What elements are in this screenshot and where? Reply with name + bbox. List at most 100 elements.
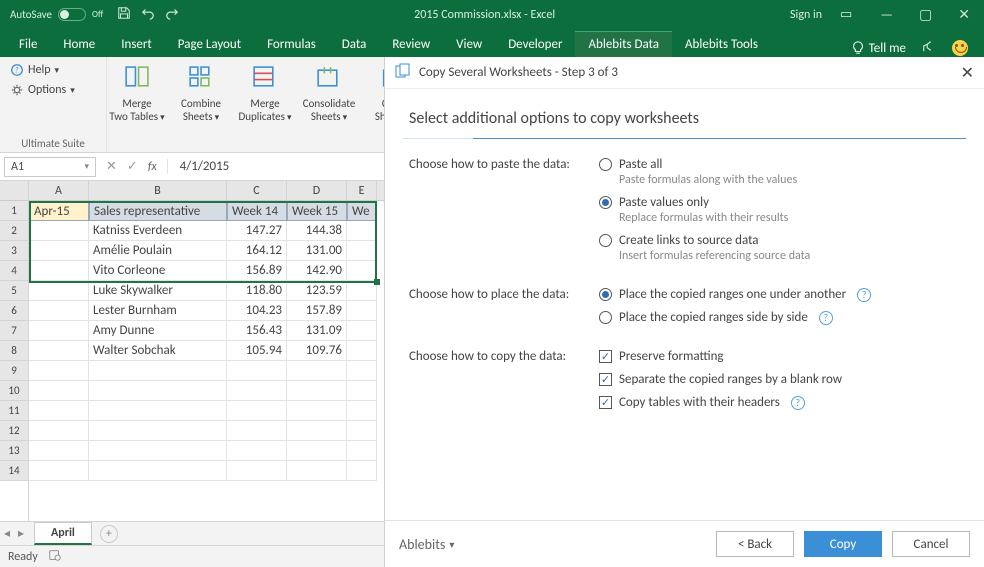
- row-header-13[interactable]: 13: [0, 441, 28, 461]
- tab-formulas[interactable]: Formulas: [254, 32, 329, 57]
- help-icon[interactable]: ?: [857, 288, 871, 302]
- header-cell[interactable]: We: [347, 201, 377, 221]
- cell[interactable]: [29, 421, 89, 441]
- tab-review[interactable]: Review: [379, 32, 443, 57]
- undo-icon[interactable]: [141, 6, 155, 24]
- row-header-9[interactable]: 9: [0, 361, 28, 381]
- smiley-icon[interactable]: [952, 40, 968, 56]
- cell[interactable]: 105.94: [227, 341, 287, 361]
- cell[interactable]: Amy Dunne: [89, 321, 227, 341]
- help-icon[interactable]: ?: [791, 396, 805, 410]
- ribbon-button-merge-duplicates[interactable]: MergeDuplicates ▾: [235, 61, 295, 124]
- cell[interactable]: [29, 361, 89, 381]
- tab-insert[interactable]: Insert: [108, 32, 165, 57]
- cell[interactable]: [347, 461, 377, 481]
- cell[interactable]: [29, 461, 89, 481]
- row-header-11[interactable]: 11: [0, 401, 28, 421]
- ribbon-display-icon[interactable]: ▭: [840, 7, 852, 22]
- cell[interactable]: [29, 441, 89, 461]
- cancel-button[interactable]: Cancel: [892, 531, 970, 557]
- select-all-corner[interactable]: [0, 181, 28, 201]
- cell[interactable]: [347, 221, 377, 241]
- cell[interactable]: Vito Corleone: [89, 261, 227, 281]
- cell[interactable]: Lester Burnham: [89, 301, 227, 321]
- ribbon-button-consolidate-sheets[interactable]: ConsolidateSheets ▾: [299, 61, 359, 124]
- cell[interactable]: [347, 241, 377, 261]
- cell[interactable]: [29, 321, 89, 341]
- sheet-tab-april[interactable]: April: [34, 522, 92, 545]
- cell[interactable]: [29, 241, 89, 261]
- help-icon[interactable]: ?: [819, 311, 833, 325]
- new-sheet-button[interactable]: +: [100, 525, 118, 543]
- cell[interactable]: [347, 401, 377, 421]
- cell[interactable]: [29, 281, 89, 301]
- row-header-12[interactable]: 12: [0, 421, 28, 441]
- cell[interactable]: 109.76: [287, 341, 347, 361]
- cell[interactable]: [89, 401, 227, 421]
- row-header-7[interactable]: 7: [0, 321, 28, 341]
- cell[interactable]: [287, 401, 347, 421]
- tab-ablebits-tools[interactable]: Ablebits Tools: [672, 32, 771, 57]
- cell[interactable]: Katniss Everdeen: [89, 221, 227, 241]
- cell[interactable]: [227, 461, 287, 481]
- cell[interactable]: [29, 401, 89, 421]
- header-cell[interactable]: Week 15: [287, 201, 347, 221]
- sheet-nav-prev[interactable]: ◂: [0, 526, 14, 541]
- maximize-icon[interactable]: ▢: [919, 6, 932, 23]
- cell[interactable]: [287, 421, 347, 441]
- save-icon[interactable]: [117, 6, 131, 24]
- cell[interactable]: [287, 361, 347, 381]
- autosave-toggle[interactable]: AutoSave Off: [10, 8, 103, 21]
- cell[interactable]: [287, 441, 347, 461]
- cell[interactable]: [29, 341, 89, 361]
- tell-me[interactable]: Tell me: [851, 41, 906, 56]
- row-header-6[interactable]: 6: [0, 301, 28, 321]
- column-header-D[interactable]: D: [287, 181, 347, 200]
- cell[interactable]: 104.23: [227, 301, 287, 321]
- cell[interactable]: [347, 361, 377, 381]
- ribbon-button-merge-two-tables[interactable]: MergeTwo Tables ▾: [107, 61, 167, 124]
- brand-link[interactable]: Ablebits ▾: [399, 536, 454, 553]
- column-header-C[interactable]: C: [227, 181, 287, 200]
- radio-option[interactable]: Place the copied ranges side by side ?: [599, 310, 960, 325]
- cell[interactable]: [347, 281, 377, 301]
- row-header-2[interactable]: 2: [0, 221, 28, 241]
- options-button[interactable]: Options ▾: [10, 83, 98, 97]
- back-button[interactable]: < Back: [716, 531, 794, 557]
- cell[interactable]: [347, 321, 377, 341]
- cell[interactable]: 164.12: [227, 241, 287, 261]
- cell[interactable]: [347, 261, 377, 281]
- share-icon[interactable]: [922, 39, 936, 57]
- fx-icon[interactable]: fx: [148, 160, 157, 174]
- cell[interactable]: [227, 421, 287, 441]
- checkbox-option[interactable]: ✓ Preserve formatting: [599, 349, 960, 364]
- cell[interactable]: [227, 381, 287, 401]
- cell[interactable]: Walter Sobchak: [89, 341, 227, 361]
- tab-home[interactable]: Home: [50, 32, 108, 57]
- row-header-14[interactable]: 14: [0, 461, 28, 481]
- cell[interactable]: 131.00: [287, 241, 347, 261]
- tab-data[interactable]: Data: [329, 32, 380, 57]
- minimize-icon[interactable]: —: [880, 6, 893, 23]
- row-header-5[interactable]: 5: [0, 281, 28, 301]
- radio-option[interactable]: Paste values only: [599, 195, 960, 210]
- enter-formula-icon[interactable]: ✓: [127, 159, 138, 174]
- cell[interactable]: [89, 441, 227, 461]
- cell[interactable]: 144.38: [287, 221, 347, 241]
- formula-value[interactable]: 4/1/2015: [168, 159, 230, 174]
- radio-option[interactable]: Paste all: [599, 157, 960, 172]
- column-header-A[interactable]: A: [29, 181, 89, 200]
- checkbox-option[interactable]: ✓ Separate the copied ranges by a blank …: [599, 372, 960, 387]
- tab-page-layout[interactable]: Page Layout: [165, 32, 254, 57]
- cell[interactable]: [287, 461, 347, 481]
- cell[interactable]: Luke Skywalker: [89, 281, 227, 301]
- help-button[interactable]: ? Help ▾: [10, 63, 98, 77]
- column-header-E[interactable]: E: [347, 181, 377, 200]
- cell[interactable]: [347, 301, 377, 321]
- cell[interactable]: [347, 441, 377, 461]
- toggle-off-icon[interactable]: [58, 8, 86, 21]
- cell[interactable]: [227, 401, 287, 421]
- cancel-formula-icon[interactable]: ✕: [106, 159, 117, 174]
- row-header-3[interactable]: 3: [0, 241, 28, 261]
- radio-option[interactable]: Create links to source data: [599, 233, 960, 248]
